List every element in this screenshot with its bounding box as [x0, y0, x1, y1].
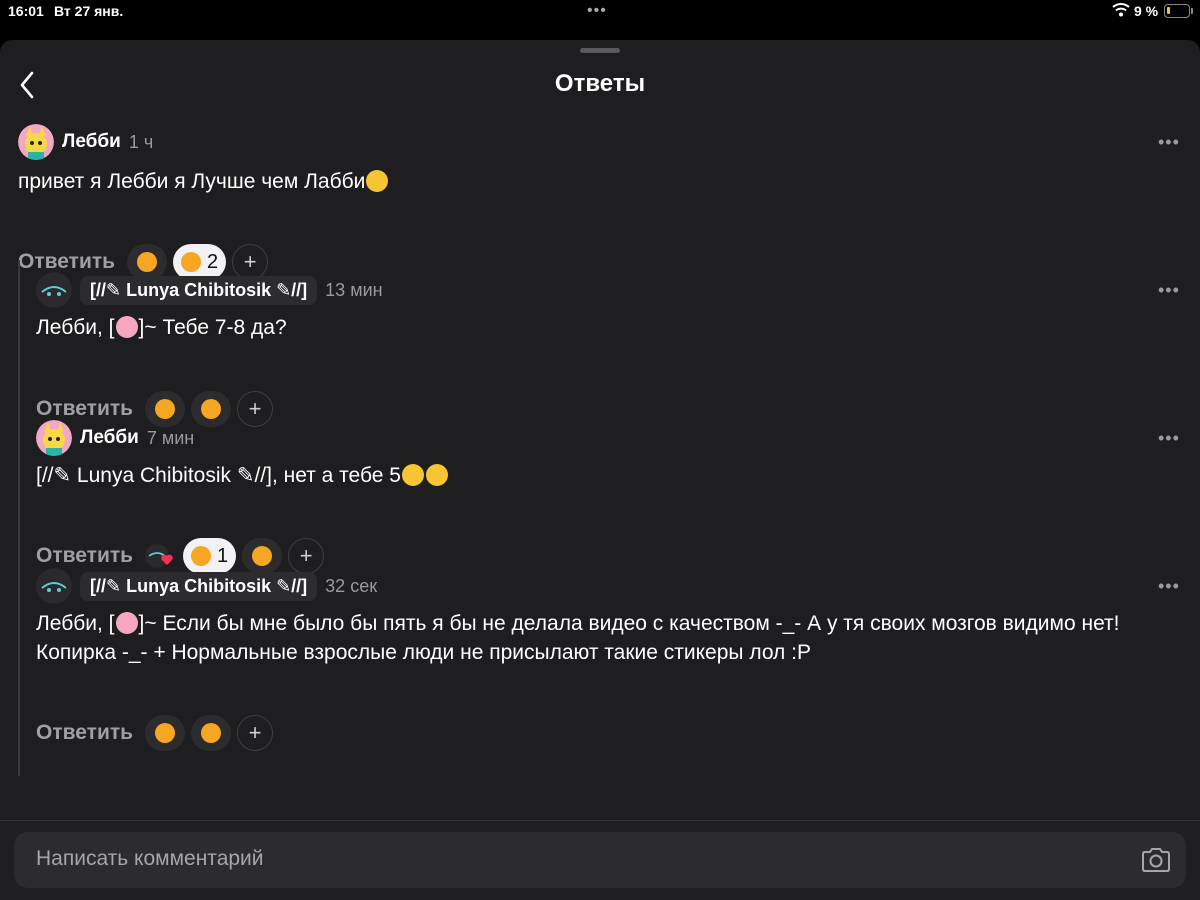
like-count: 1: [217, 544, 229, 567]
thumbs-up-icon: [137, 252, 158, 272]
like-button[interactable]: [145, 715, 186, 751]
comment-4: [//✎ Lunya Chibitosik ✎//] 32 сек ••• Ле…: [36, 568, 1188, 751]
camera-icon[interactable]: [1140, 845, 1172, 875]
battery-percent: 9 %: [1134, 3, 1159, 19]
replies-sheet: Ответы Лебби 1 ч ••• привет я Лебби я Лу…: [0, 40, 1200, 900]
reply-button[interactable]: Ответить: [36, 544, 133, 568]
thumbs-up-icon: [155, 399, 176, 419]
avatar-lunya[interactable]: [36, 568, 72, 604]
comment-author[interactable]: [//✎ Lunya Chibitosik ✎//]: [80, 275, 318, 305]
reply-button[interactable]: Ответить: [36, 721, 133, 745]
comment-1: Лебби 1 ч ••• привет я Лебби я Лучше чем…: [18, 124, 1188, 280]
more-icon[interactable]: •••: [1158, 576, 1180, 597]
comment-time: 7 мин: [146, 427, 195, 448]
comment-text: [//✎ Lunya Chibitosik ✎//], нет а тебе 5: [36, 461, 449, 490]
more-icon[interactable]: •••: [1158, 428, 1180, 449]
add-reaction-button[interactable]: +: [237, 715, 274, 751]
more-icon[interactable]: •••: [1158, 132, 1180, 153]
avatar-lebbi[interactable]: [36, 420, 72, 456]
thumbs-up-icon: [191, 546, 212, 566]
comment-time: 32 сек: [325, 575, 378, 596]
comment-actions: Ответить +: [36, 715, 274, 751]
reactor-avatar-heart-icon[interactable]: [143, 543, 177, 569]
thumbs-down-icon: [201, 399, 222, 419]
comment-author[interactable]: Лебби: [80, 427, 139, 449]
avatar-lebbi[interactable]: [18, 124, 54, 160]
sheet-grabber[interactable]: [580, 48, 620, 53]
comment-input[interactable]: Написать комментарий: [36, 847, 264, 871]
laughing-emoji-icon: [401, 464, 424, 486]
laughing-emoji-icon: [366, 170, 389, 192]
more-icon[interactable]: •••: [1158, 280, 1180, 301]
comment-time: 1 ч: [128, 131, 154, 152]
status-bar: 16:01 Вт 27 янв. ••• 9 %: [0, 0, 1200, 24]
composer-divider: [0, 820, 1200, 821]
app-root: 16:01 Вт 27 янв. ••• 9 % Ответы Лебби 1 …: [0, 0, 1200, 900]
comment-composer[interactable]: Написать комментарий: [14, 832, 1186, 888]
avatar-lunya[interactable]: [36, 272, 72, 308]
comment-time: 13 мин: [325, 279, 383, 300]
comment-2: [//✎ Lunya Chibitosik ✎//] 13 мин ••• Ле…: [36, 272, 1188, 427]
comment-text: Лебби, []~ Тебе 7-8 да?: [36, 316, 287, 339]
reply-button[interactable]: Ответить: [36, 397, 133, 421]
page-title: Ответы: [554, 70, 646, 97]
status-time: 16:01: [8, 3, 44, 19]
emoji-sticker-icon: [115, 316, 138, 338]
thumbs-down-icon: [252, 546, 273, 566]
comment-3: Лебби 7 мин ••• [//✎ Lunya Chibitosik ✎/…: [36, 420, 1188, 574]
wifi-icon: [1112, 3, 1130, 17]
dislike-count: 2: [207, 250, 219, 273]
comment-author[interactable]: Лебби: [62, 131, 121, 153]
multitask-dots-icon[interactable]: •••: [587, 2, 607, 20]
thumbs-down-icon: [201, 723, 222, 743]
thread-line: [18, 260, 20, 776]
grinning-squint-emoji-icon: [425, 464, 448, 486]
status-date: Вт 27 янв.: [54, 3, 124, 19]
comment-author[interactable]: [//✎ Lunya Chibitosik ✎//]: [80, 571, 318, 601]
dislike-button[interactable]: [191, 715, 232, 751]
thumbs-down-icon: [181, 252, 202, 272]
comment-text: привет я Лебби я Лучше чем Лабби: [18, 167, 389, 196]
comment-text: Лебби, []~ Если бы мне было бы пять я бы…: [36, 612, 1120, 664]
battery-tip: [1191, 8, 1193, 14]
thumbs-up-icon: [155, 723, 176, 743]
battery-icon: [1164, 4, 1190, 18]
reply-button[interactable]: Ответить: [18, 250, 115, 274]
emoji-sticker-icon: [115, 612, 138, 634]
